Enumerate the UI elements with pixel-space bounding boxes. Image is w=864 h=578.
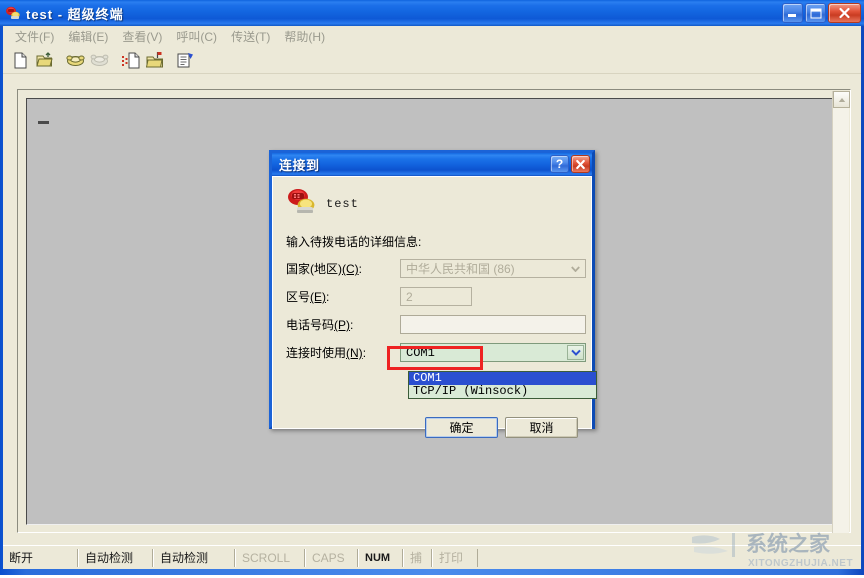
menu-accel-help: (H): [308, 30, 326, 44]
status-connection-state: 断开: [3, 548, 78, 567]
window-controls: [782, 3, 861, 23]
area-code-label-text: 区号: [286, 290, 311, 304]
connect-using-field-row: 连接时使用(N): COM1 COM1 TCP/IP (Winsock): [286, 343, 597, 399]
dialog-close-button[interactable]: [571, 155, 590, 173]
country-label-text: 国家(地区): [286, 262, 342, 276]
connect-using-combo[interactable]: COM1: [400, 343, 586, 362]
phone-number-label: 电话号码(P):: [286, 316, 400, 333]
phone-icon: [5, 5, 21, 21]
phone-number-label-text: 电话号码: [286, 318, 335, 332]
menu-label-edit: 编辑: [68, 30, 93, 44]
chevron-down-icon[interactable]: [567, 345, 584, 360]
menu-label-view: 查看: [122, 30, 147, 44]
dialog-prompt: 输入待拨电话的详细信息:: [286, 235, 422, 249]
area-code-field-row: 区号(E): 2: [286, 287, 586, 306]
status-auto-detect-1: 自动检测: [78, 548, 153, 567]
menu-item-file[interactable]: 文件(F): [9, 26, 62, 47]
maximize-button[interactable]: [805, 3, 826, 23]
country-combo[interactable]: 中华人民共和国 (86): [400, 259, 586, 278]
new-connection-icon[interactable]: [9, 50, 32, 72]
country-field-row: 国家(地区)(C): 中华人民共和国 (86): [286, 259, 586, 278]
menu-item-help[interactable]: 帮助(H): [278, 26, 333, 47]
toolbar: [3, 48, 861, 74]
status-auto-detect-2: 自动检测: [153, 548, 235, 567]
phone-number-label-suffix: :: [350, 318, 354, 332]
status-caps-indicator: CAPS: [305, 548, 358, 567]
connect-using-label-text: 连接时使用: [286, 346, 347, 360]
area-code-label-accel: (E): [310, 290, 327, 304]
scrollbar-track[interactable]: [833, 108, 849, 532]
menu-label-file: 文件: [15, 30, 40, 44]
area-code-value: 2: [406, 289, 413, 304]
menu-item-view[interactable]: 查看(V): [116, 26, 170, 47]
menu-label-call: 呼叫: [176, 30, 201, 44]
menu-item-transfer[interactable]: 传送(T): [225, 26, 278, 47]
connect-using-value: COM1: [406, 345, 435, 360]
call-icon[interactable]: [64, 50, 87, 72]
window-titlebar: test - 超级终端: [0, 0, 864, 26]
country-label: 国家(地区)(C):: [286, 260, 400, 277]
menu-item-call[interactable]: 呼叫(C): [170, 26, 225, 47]
menu-bar: 文件(F) 编辑(E) 查看(V) 呼叫(C) 传送(T) 帮助(H): [3, 26, 861, 48]
connect-to-dialog: 连接到 ? test 输入待拨电话的详细信息: 国家(地区)(C): 中华人民共…: [269, 150, 597, 438]
menu-accel-transfer: (T): [255, 30, 271, 44]
country-label-accel: (C): [342, 262, 359, 276]
menu-item-edit[interactable]: 编辑(E): [62, 26, 116, 47]
ok-button[interactable]: 确定: [425, 417, 498, 438]
receive-file-icon[interactable]: [143, 50, 166, 72]
terminal-caret: [38, 121, 49, 124]
minimize-button[interactable]: [782, 3, 803, 23]
dialog-buttons: 确定 取消: [278, 417, 586, 438]
menu-label-transfer: 传送: [231, 30, 256, 44]
disconnect-icon: [88, 50, 111, 72]
send-file-icon[interactable]: [119, 50, 142, 72]
connection-name: test: [326, 197, 359, 211]
window-client-area: 文件(F) 编辑(E) 查看(V) 呼叫(C) 传送(T) 帮助(H) 连接到 …: [3, 26, 861, 545]
status-num-indicator: NUM: [358, 548, 403, 567]
dropdown-option-tcpip[interactable]: TCP/IP (Winsock): [409, 385, 596, 398]
status-bar: 断开 自动检测 自动检测 SCROLL CAPS NUM 捕 打印: [3, 545, 861, 569]
phone-number-input[interactable]: [400, 315, 586, 334]
country-combo-value: 中华人民共和国 (86): [406, 262, 515, 276]
area-code-input[interactable]: 2: [400, 287, 472, 306]
help-button[interactable]: ?: [550, 155, 569, 173]
dialog-body: test 输入待拨电话的详细信息: 国家(地区)(C): 中华人民共和国 (86…: [272, 176, 597, 438]
vertical-scrollbar[interactable]: [832, 91, 850, 533]
scroll-up-arrow-icon[interactable]: [833, 91, 850, 108]
close-button[interactable]: [828, 3, 861, 23]
menu-accel-view: (V): [146, 30, 163, 44]
menu-accel-file: (F): [39, 30, 55, 44]
status-capture-indicator: 捕: [403, 548, 432, 567]
area-code-label-suffix: :: [326, 290, 330, 304]
connect-using-label: 连接时使用(N):: [286, 344, 400, 361]
status-print-indicator: 打印: [432, 548, 478, 567]
connect-using-label-suffix: :: [362, 346, 367, 360]
menu-accel-call: (C): [200, 30, 218, 44]
cancel-button[interactable]: 取消: [505, 417, 578, 438]
dialog-title-buttons: ?: [550, 155, 590, 173]
country-label-suffix: :: [358, 262, 363, 276]
window-title: test - 超级终端: [26, 6, 124, 22]
phone-number-label-accel: (P): [334, 318, 351, 332]
menu-accel-edit: (E): [92, 30, 109, 44]
properties-icon[interactable]: [174, 50, 197, 72]
hyperterminal-window: test - 超级终端 文件(F) 编辑(E) 查看(V) 呼叫(C) 传送(T…: [0, 0, 864, 575]
open-folder-icon[interactable]: [33, 50, 56, 72]
connect-using-label-accel: (N): [346, 346, 363, 360]
chevron-down-icon[interactable]: [567, 261, 584, 276]
status-scroll-indicator: SCROLL: [235, 548, 305, 567]
dialog-titlebar: 连接到 ?: [272, 153, 592, 176]
connection-header: test: [286, 187, 586, 221]
connect-using-dropdown[interactable]: COM1 TCP/IP (Winsock): [408, 371, 597, 399]
area-code-label: 区号(E):: [286, 288, 400, 305]
phone-icon: [286, 187, 318, 222]
dialog-title: 连接到: [279, 158, 320, 173]
phone-number-field-row: 电话号码(P):: [286, 315, 586, 334]
menu-label-help: 帮助: [284, 30, 309, 44]
